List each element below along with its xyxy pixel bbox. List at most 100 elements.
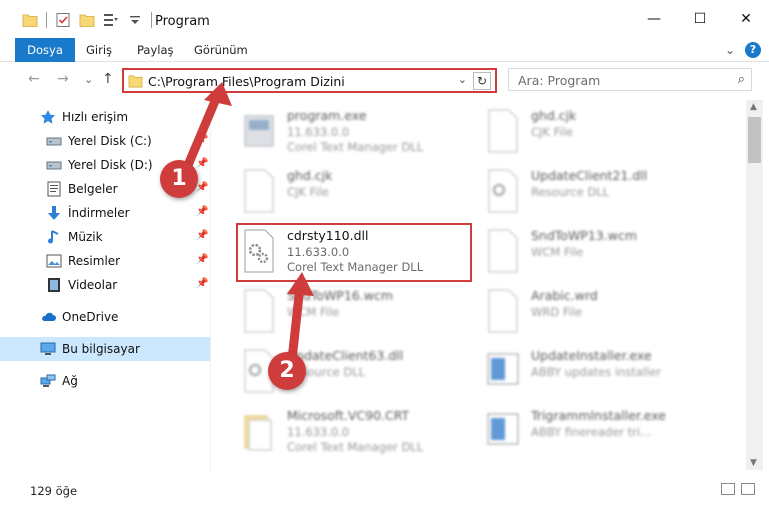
forward-button[interactable]: → xyxy=(57,71,69,87)
file-type: WRD File xyxy=(531,305,583,319)
list-item[interactable]: Arabic.wrd WRD File xyxy=(485,286,725,346)
file-name: ghd.cjk xyxy=(531,108,577,123)
file-description: ABBY finereader tri... xyxy=(531,425,652,439)
address-dropdown-icon[interactable]: ⌄ xyxy=(458,73,467,86)
window-title: Program xyxy=(155,14,210,29)
file-name: Microsoft.VC90.CRT xyxy=(287,408,410,423)
search-placeholder[interactable]: Ara: Program xyxy=(518,73,600,88)
recent-locations-button[interactable]: ⌄ xyxy=(84,73,93,86)
scroll-up-icon[interactable]: ▲ xyxy=(750,102,757,112)
up-button[interactable]: ↑ xyxy=(102,71,114,87)
sidebar-item-this-pc[interactable]: Bu bilgisayar xyxy=(0,337,210,361)
status-bar: 129 öğe xyxy=(0,478,769,500)
address-path[interactable]: C:\Program Files\Program Dizini xyxy=(148,74,345,89)
list-item[interactable]: Microsoft.VC90.CRT 11.633.0.0 Corel Text… xyxy=(241,406,481,466)
sidebar-item-label: OneDrive xyxy=(62,310,119,324)
sidebar-item-downloads[interactable]: İndirmeler 📌 xyxy=(0,201,210,225)
list-item[interactable]: ghd.cjk CJK File xyxy=(241,166,481,226)
pin-icon: 📌 xyxy=(196,254,209,265)
dropdown-icon[interactable] xyxy=(127,12,143,28)
large-icons-view-icon[interactable] xyxy=(741,483,755,495)
cloud-icon xyxy=(40,309,56,325)
file-description: Corel Text Manager DLL xyxy=(287,440,424,454)
pin-icon: 📌 xyxy=(196,182,209,193)
sidebar-item-videos[interactable]: Videolar 📌 xyxy=(0,273,210,297)
new-folder-icon[interactable] xyxy=(79,12,95,28)
sidebar-item-label: İndirmeler xyxy=(68,206,130,220)
pin-icon: 📌 xyxy=(196,134,209,145)
list-item[interactable]: TrigrammInstaller.exe ABBY finereader tr… xyxy=(485,406,725,466)
exe-file-icon xyxy=(244,115,274,147)
sidebar-item-label: Ağ xyxy=(62,374,78,388)
download-icon xyxy=(46,205,62,221)
help-icon[interactable]: ? xyxy=(745,42,761,58)
sidebar-item-local-disk-c[interactable]: Yerel Disk (C:) 📌 xyxy=(0,129,210,153)
file-icon xyxy=(488,229,518,273)
properties-icon[interactable] xyxy=(55,12,71,28)
scroll-thumb[interactable] xyxy=(748,117,761,163)
pin-icon: 📌 xyxy=(196,158,209,169)
file-name: UpdateClient21.dll xyxy=(531,168,648,183)
refresh-button[interactable]: ↻ xyxy=(473,72,491,90)
tab-home[interactable]: Giriş xyxy=(86,38,112,62)
expand-ribbon-icon[interactable]: ⌄ xyxy=(725,43,735,57)
search-box[interactable]: Ara: Program ⌕ xyxy=(508,68,752,91)
folder-icon xyxy=(22,14,38,27)
sidebar-item-network[interactable]: Ağ xyxy=(0,369,210,393)
file-icon xyxy=(244,169,274,213)
step-2-callout: 2 xyxy=(268,352,306,390)
file-name: TrigrammInstaller.exe xyxy=(531,408,666,423)
file-list: program.exe 11.633.0.0 Corel Text Manage… xyxy=(211,100,746,470)
installer-icon xyxy=(487,353,519,385)
sidebar-item-pictures[interactable]: Resimler 📌 xyxy=(0,249,210,273)
list-item[interactable]: SndToWP13.wcm WCM File xyxy=(485,226,725,286)
drive-icon xyxy=(46,133,62,149)
music-icon xyxy=(46,229,62,245)
sidebar-item-label: Müzik xyxy=(68,230,103,244)
sidebar-item-label: Yerel Disk (D:) xyxy=(68,158,153,172)
maximize-button[interactable]: ☐ xyxy=(677,0,723,38)
tab-file[interactable]: Dosya xyxy=(15,38,75,62)
file-type: CJK File xyxy=(531,125,573,139)
pin-icon: 📌 xyxy=(196,278,209,289)
close-button[interactable]: ✕ xyxy=(723,0,769,38)
scroll-down-icon[interactable]: ▼ xyxy=(750,458,757,468)
sidebar-item-onedrive[interactable]: OneDrive xyxy=(0,305,210,329)
back-button[interactable]: ← xyxy=(28,71,40,87)
list-item[interactable]: UpdateClient21.dll Resource DLL xyxy=(485,166,725,226)
minimize-button[interactable]: — xyxy=(631,0,677,38)
list-item[interactable]: ghd.cjk CJK File xyxy=(485,106,725,166)
file-description: Corel Text Manager DLL xyxy=(287,140,424,154)
sidebar-item-label: Hızlı erişim xyxy=(62,110,129,124)
tab-share[interactable]: Paylaş xyxy=(137,38,174,62)
file-description: ABBY updates installer xyxy=(531,365,662,379)
file-name: SndToWP13.wcm xyxy=(531,228,637,243)
tab-view[interactable]: Görünüm xyxy=(194,38,248,62)
list-item[interactable]: program.exe 11.633.0.0 Corel Text Manage… xyxy=(241,106,481,166)
customize-toolbar-icon[interactable] xyxy=(103,12,119,28)
file-name: Arabic.wrd xyxy=(531,288,598,303)
step-1-callout: 1 xyxy=(160,160,198,198)
pictures-icon xyxy=(46,253,62,269)
star-icon xyxy=(40,109,56,125)
list-item[interactable]: UpdateInstaller.exe ABBY updates install… xyxy=(485,346,725,406)
file-name: ghd.cjk xyxy=(287,168,333,183)
details-view-icon[interactable] xyxy=(721,483,735,495)
vertical-scrollbar[interactable]: ▲ ▼ xyxy=(746,100,763,470)
search-icon[interactable]: ⌕ xyxy=(738,72,745,87)
item-count: 129 öğe xyxy=(30,484,78,498)
file-icon xyxy=(488,109,518,153)
sidebar-item-music[interactable]: Müzik 📌 xyxy=(0,225,210,249)
sidebar-item-quick-access[interactable]: Hızlı erişim xyxy=(0,105,210,129)
file-icon xyxy=(488,289,518,333)
video-icon xyxy=(46,277,62,293)
sidebar-item-label: Yerel Disk (C:) xyxy=(68,134,152,148)
quick-access-toolbar xyxy=(22,12,152,28)
sidebar-item-label: Belgeler xyxy=(68,182,118,196)
toolbar-separator xyxy=(46,12,47,28)
file-version: 11.633.0.0 xyxy=(287,425,350,439)
ribbon-right: ⌄ ? xyxy=(725,42,761,58)
list-item[interactable]: SndToWP16.wcm WCM File xyxy=(241,286,481,346)
address-bar[interactable]: C:\Program Files\Program Dizini ⌄ ↻ xyxy=(122,68,497,93)
file-type: Resource DLL xyxy=(531,185,610,199)
